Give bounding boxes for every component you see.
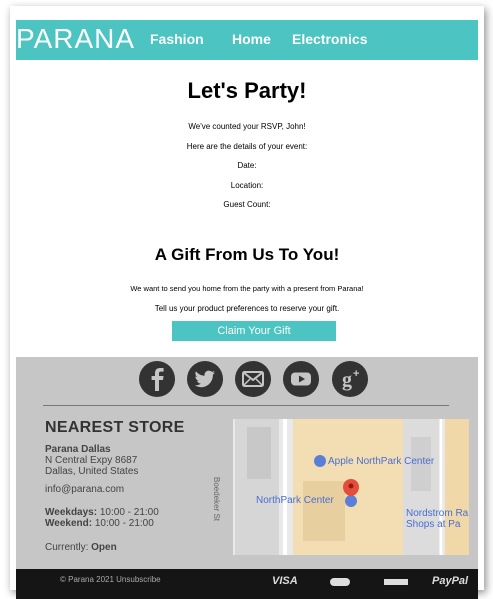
bottom-bar	[16, 569, 478, 599]
store-address-1: N Central Expy 8687	[45, 455, 138, 466]
youtube-icon[interactable]	[282, 360, 320, 398]
google-plus-icon[interactable]: g +	[331, 360, 369, 398]
guest-count-label: Guest Count:	[223, 200, 271, 209]
date-label: Date:	[237, 161, 257, 170]
mastercard-icon	[330, 578, 350, 586]
details-text: Here are the details of your event:	[186, 142, 308, 151]
gift-text-1: We want to send you home from the party …	[130, 284, 364, 293]
twitter-icon[interactable]	[186, 360, 224, 398]
amex-icon	[384, 579, 408, 585]
mail-icon[interactable]	[234, 360, 272, 398]
store-title: NEAREST STORE	[45, 419, 185, 436]
map-label-northpark: NorthPark Center	[256, 495, 334, 506]
logo[interactable]: PARANA	[16, 23, 135, 55]
store-name: Parana Dallas	[45, 444, 111, 455]
party-title: Let's Party!	[187, 78, 307, 103]
visa-logo: VISA	[272, 575, 298, 587]
rsvp-text: We've counted your RSVP, John!	[188, 122, 306, 131]
weekend-label: Weekend:	[45, 518, 93, 529]
store-map[interactable]	[233, 419, 469, 555]
weekend-hours: Weekend: 10:00 - 21:00	[45, 518, 154, 529]
claim-gift-button[interactable]: Claim Your Gift	[172, 321, 336, 341]
nav-fashion[interactable]: Fashion	[150, 31, 204, 47]
nav-electronics[interactable]: Electronics	[292, 31, 367, 47]
store-address-2: Dallas, United States	[45, 466, 139, 477]
weekdays-label: Weekdays:	[45, 507, 98, 518]
copyright-text: © Parana 2021 Unsubscribe	[60, 575, 161, 584]
location-label: Location:	[230, 181, 264, 190]
footer-divider	[43, 405, 449, 406]
map-label-apple: Apple NorthPark Center	[328, 456, 435, 467]
nav-home[interactable]: Home	[232, 31, 271, 47]
status-label: Currently:	[45, 542, 89, 553]
map-label-nordstrom: Nordstrom Ra	[406, 508, 469, 519]
store-email[interactable]: info@parana.com	[45, 484, 124, 495]
map-label-shops: Shops at Pa	[406, 519, 461, 530]
facebook-icon[interactable]	[138, 360, 176, 398]
gift-title: A Gift From Us To You!	[154, 245, 340, 264]
weekdays-value: 10:00 - 21:00	[99, 507, 159, 518]
svg-text:g: g	[342, 369, 352, 391]
weekdays-hours: Weekdays: 10:00 - 21:00	[45, 507, 159, 518]
status-value: Open	[91, 542, 117, 553]
svg-text:+: +	[353, 368, 359, 380]
gift-text-2: Tell us your product preferences to rese…	[154, 304, 340, 313]
map-street-label: Boedeker St	[212, 477, 221, 522]
paypal-logo: PayPal	[432, 575, 469, 587]
weekend-value: 10:00 - 21:00	[94, 518, 154, 529]
header-bar: PARANA Fashion Home Electronics	[16, 20, 478, 60]
store-status: Currently: Open	[45, 542, 117, 553]
